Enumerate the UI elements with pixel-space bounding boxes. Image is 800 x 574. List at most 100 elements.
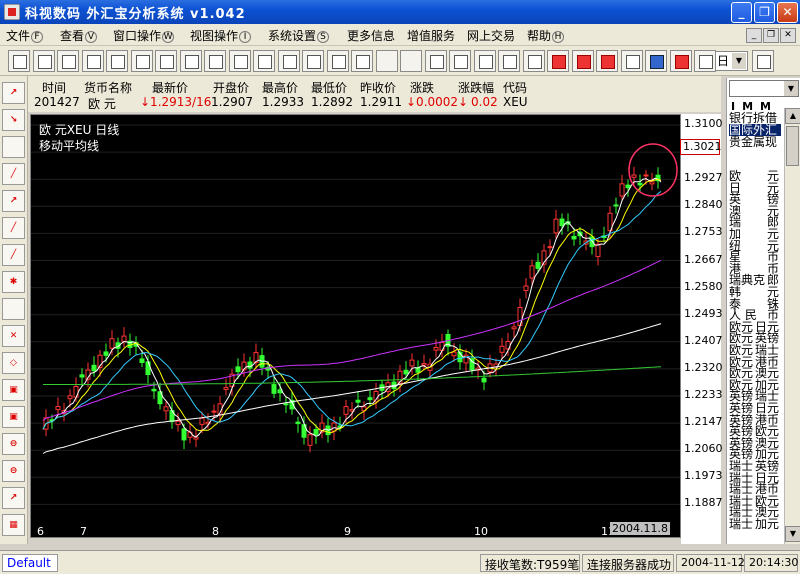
toolbar-button-10-icon[interactable] — [253, 50, 275, 72]
mdi-restore-button[interactable]: ❐ — [763, 28, 779, 43]
menu-label: 查看 — [60, 29, 85, 43]
candle-body — [211, 410, 217, 413]
draw-tool-16-icon[interactable]: ▦ — [2, 514, 25, 536]
menu-item-5[interactable]: 更多信息 — [347, 27, 395, 44]
quote-value-0: 201427 — [34, 95, 80, 109]
toolbar-button-9-icon[interactable] — [228, 50, 251, 72]
quote-header-3: 开盘价 — [213, 81, 250, 95]
menu-item-8[interactable]: 帮助 H — [527, 27, 565, 44]
quote-header-9: 代码 — [503, 81, 528, 95]
menu-hotkey: V — [85, 31, 98, 43]
toolbar-button-11-icon[interactable] — [277, 50, 300, 72]
draw-tool-15-icon[interactable]: ↗ — [2, 487, 25, 509]
quote-header-4: 最高价 — [262, 81, 299, 95]
candle-body — [631, 174, 637, 178]
quote-header-5: 最低价 — [311, 81, 348, 95]
close-button[interactable]: ✕ — [777, 2, 798, 23]
toolbar-button-24-icon[interactable] — [596, 50, 618, 72]
draw-tool-5-icon[interactable]: ╱ — [2, 217, 25, 239]
toolbar-button-7-icon[interactable] — [179, 50, 202, 72]
toolbar-button-19-icon[interactable] — [473, 50, 496, 72]
toolbar-button-26-icon[interactable] — [645, 50, 667, 72]
draw-tool-0-icon[interactable]: ↗ — [2, 82, 25, 104]
candle-body — [91, 364, 97, 372]
candle-body — [223, 387, 229, 390]
menu-item-6[interactable]: 增值服务 — [407, 27, 455, 44]
draw-tool-3-icon[interactable]: ╱ — [2, 163, 25, 185]
candle-body — [295, 421, 301, 425]
layout-name[interactable]: Default — [2, 554, 58, 572]
draw-tool-13-icon[interactable]: ⊖ — [2, 433, 25, 455]
quote-header-1: 货币名称 — [84, 81, 133, 95]
draw-tool-10-icon[interactable]: ◇ — [2, 352, 25, 374]
draw-tool-6-icon[interactable]: ╱ — [2, 244, 25, 266]
app-icon — [4, 4, 20, 20]
menu-item-1[interactable]: 查看 V — [60, 27, 98, 44]
toolbar-button-5-icon[interactable] — [130, 50, 153, 72]
maximize-button[interactable]: ❐ — [754, 2, 775, 23]
menu-hotkey: W — [162, 31, 175, 43]
grid-view-button[interactable] — [752, 50, 774, 72]
toolbar-button-3-icon[interactable] — [81, 50, 104, 72]
market-category-2[interactable]: 贵金属现 — [729, 136, 781, 148]
menu-label: 视图操作 — [190, 29, 239, 43]
toolbar-button-25-icon[interactable] — [620, 50, 643, 72]
draw-tool-14-icon[interactable]: ⊖ — [2, 460, 25, 482]
toolbar-button-15-icon[interactable] — [375, 50, 398, 72]
candle-body — [619, 183, 625, 197]
toolbar-button-18-icon[interactable] — [449, 50, 471, 72]
candle-body — [643, 174, 649, 177]
toolbar-button-0-icon[interactable] — [8, 50, 30, 72]
symbol-name-left: 瑞士 — [729, 517, 754, 531]
scroll-thumb[interactable] — [786, 126, 799, 166]
draw-tool-4-icon[interactable]: ↗ — [2, 190, 25, 212]
symbol-name-right: 加元 — [754, 517, 779, 531]
draw-tool-8-icon[interactable] — [2, 298, 25, 320]
scroll-up-icon[interactable]: ▲ — [785, 108, 800, 124]
window-title: 科视数码 外汇宝分析系统 v1.042 — [25, 7, 246, 22]
draw-tool-1-icon[interactable]: ↘ — [2, 109, 25, 131]
toolbar-button-13-icon[interactable] — [326, 50, 349, 72]
symbol-scrollbar[interactable]: ▲ ▼ — [784, 108, 800, 544]
toolbar-button-21-icon[interactable] — [522, 50, 545, 72]
toolbar-button-20-icon[interactable] — [498, 50, 520, 72]
mdi-close-button[interactable]: ✕ — [780, 28, 796, 43]
candle-body — [163, 406, 169, 412]
toolbar-button-17-icon[interactable] — [424, 50, 447, 72]
candle-body — [67, 395, 73, 400]
candlestick-chart[interactable]: 欧 元XEU 日线 移动平均线 — [30, 114, 681, 538]
toolbar-button-23-icon[interactable] — [571, 50, 594, 72]
toolbar-button-22-icon[interactable] — [547, 50, 569, 72]
menu-item-0[interactable]: 文件 F — [6, 27, 44, 44]
draw-tool-7-icon[interactable]: ✱ — [2, 271, 25, 293]
toolbar-button-14-icon[interactable] — [351, 50, 373, 72]
minimize-button[interactable]: _ — [731, 2, 752, 23]
toolbar-button-27-icon[interactable] — [669, 50, 692, 72]
toolbar-button-2-icon[interactable] — [57, 50, 79, 72]
market-combo[interactable]: ▼ — [729, 80, 799, 97]
quote-header-0: 时间 — [42, 81, 67, 95]
toolbar-button-28-icon[interactable] — [694, 50, 716, 72]
toolbar-button-4-icon[interactable] — [106, 50, 128, 72]
scroll-down-icon[interactable]: ▼ — [785, 526, 800, 542]
toolbar-button-8-icon[interactable] — [204, 50, 226, 72]
menu-item-2[interactable]: 窗口操作 W — [113, 27, 175, 44]
toolbar-button-1-icon[interactable] — [32, 50, 55, 72]
toolbar-button-16-icon[interactable] — [400, 50, 422, 72]
draw-tool-9-icon[interactable]: ✕ — [2, 325, 25, 347]
draw-tool-2-icon[interactable] — [2, 136, 25, 158]
period-select[interactable]: 日 ▼ — [712, 51, 748, 71]
symbol-row[interactable]: 瑞士 加元 — [729, 518, 779, 530]
menu-item-4[interactable]: 系统设置 S — [268, 27, 330, 44]
price-tick: 1.2060 — [684, 442, 723, 456]
draw-tool-11-icon[interactable]: ▣ — [2, 379, 25, 401]
draw-tool-12-icon[interactable]: ▣ — [2, 406, 25, 428]
mdi-minimize-button[interactable]: _ — [746, 28, 762, 43]
menu-item-3[interactable]: 视图操作 I — [190, 27, 252, 44]
candle-body — [109, 338, 115, 349]
menu-item-7[interactable]: 网上交易 — [467, 27, 515, 44]
toolbar-button-6-icon[interactable] — [155, 50, 177, 72]
candle-body — [103, 351, 109, 356]
toolbar-button-12-icon[interactable] — [302, 50, 324, 72]
candle-body — [343, 406, 349, 415]
